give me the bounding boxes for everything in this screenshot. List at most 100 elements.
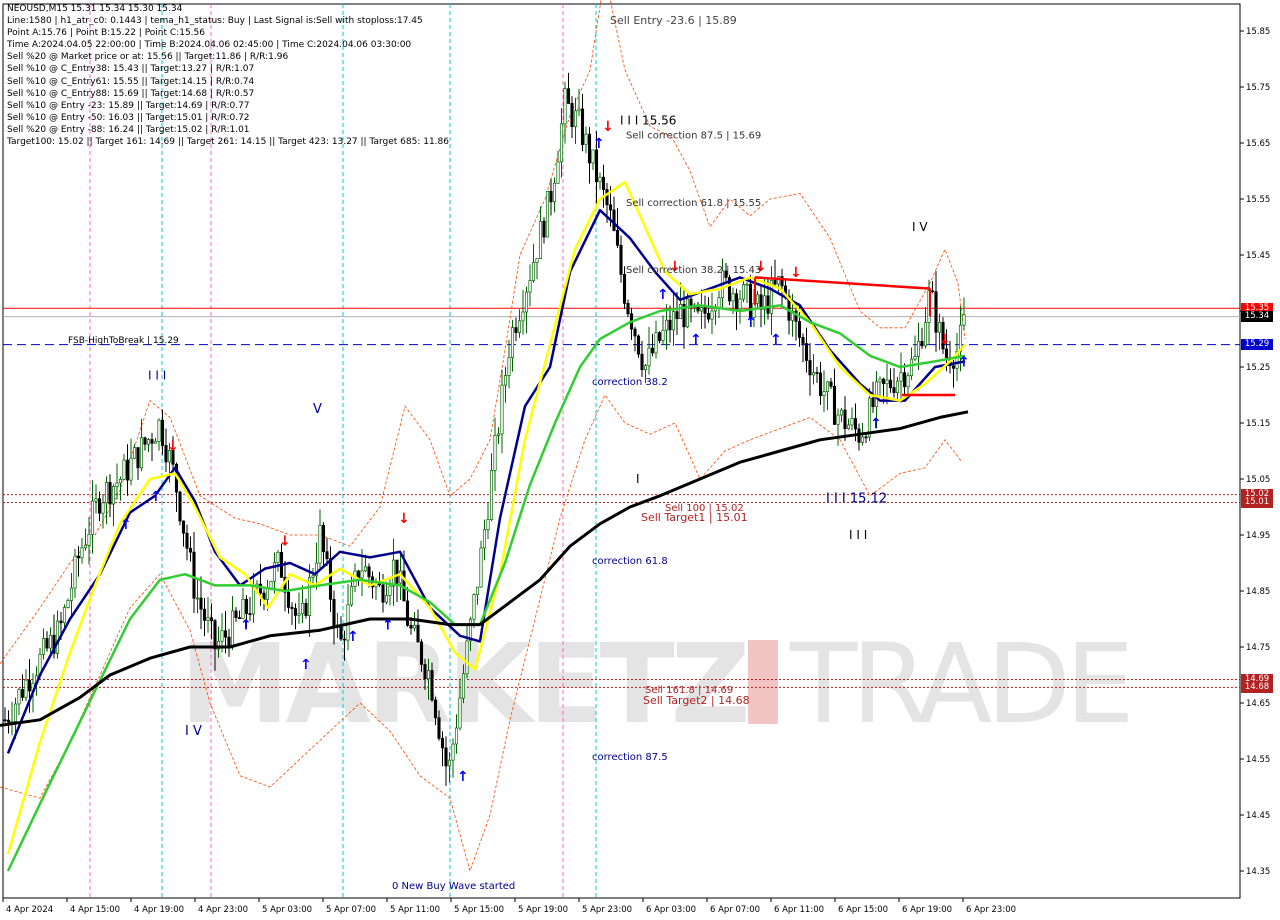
candle-body [517,320,522,333]
candle-body [195,597,200,600]
y-tick-label: 15.85 [1246,27,1270,37]
candle-body [234,610,238,618]
info-line: Point A:15.76 | Point B:15.22 | Point C:… [7,28,205,39]
candle-body [818,372,823,397]
candle-body [878,378,882,383]
candle-body [640,353,644,371]
buy-arrow-icon: ↑ [870,416,882,432]
candle-body [388,585,392,596]
annotation-14: Sell Target1 | 15.01 [641,511,748,524]
candle-body [108,482,112,505]
candle-body [479,547,483,588]
candle-body [367,566,371,578]
candle-body [475,586,480,596]
annotation-5: Sell correction 38.2 | 15.43 [626,265,761,276]
candle-body [664,319,669,331]
candle-body [542,220,546,238]
candle-body [801,337,805,344]
candle-body [286,591,291,608]
x-tick-label: 5 Apr 15:00 [454,905,504,915]
y-tick-label: 14.35 [1246,867,1270,877]
price-badge: 15.29 [1241,339,1273,351]
candle-body [444,747,448,767]
candle-body [150,439,154,444]
x-tick-label: 6 Apr 11:00 [774,905,824,915]
candle-body [265,588,270,600]
watermark-bar [748,640,778,724]
candle-body [706,313,711,320]
candle-body [248,613,252,615]
candle-body [531,262,536,281]
candle-body [738,298,742,310]
candle-body [157,419,161,442]
candle-body [755,294,760,304]
candle-body [454,727,459,745]
candle-body [311,575,315,578]
candle-body [66,600,70,608]
candle-body [437,717,441,739]
candle-body [839,409,844,416]
candle-body [734,293,739,310]
candle-body [297,613,301,616]
candle-body [829,381,833,387]
candle-body [153,441,158,444]
candle-body [552,182,557,203]
candle-body [496,433,501,436]
candle-body [199,597,203,610]
y-tick-label: 15.15 [1246,419,1270,429]
candle-body [328,558,333,600]
candle-body [538,220,543,259]
candle-body [440,738,445,749]
candle-body [363,566,368,572]
candle-body [111,486,116,505]
candle-body [209,617,214,622]
candle-body [944,348,949,359]
candle-body [843,409,847,430]
candle-body [300,602,305,615]
candle-body [545,190,550,238]
x-tick-label: 4 Apr 23:00 [198,905,248,915]
candle-body [465,640,469,675]
candle-body [416,624,420,643]
info-line: Sell %10 @ C_Entry88: 15.69 || Target:14… [7,88,255,99]
annotation-2: I I I 15.56 [620,114,676,128]
candle-body [577,108,581,112]
x-tick-label: 5 Apr 11:00 [390,905,440,915]
candle-body [731,293,735,302]
candle-body [748,283,753,318]
candle-body [391,559,396,587]
candle-body [290,607,294,609]
candle-body [447,759,452,767]
y-tick-label: 15.45 [1246,251,1270,261]
buy-arrow-icon: ↑ [593,136,605,152]
candle-body [80,547,84,559]
annotation-3: Sell correction 87.5 | 15.69 [626,131,761,142]
candle-body [433,699,438,719]
candle-body [489,470,494,520]
candle-body [836,414,840,425]
candle-body [87,533,91,546]
candle-body [293,608,298,616]
x-tick-label: 4 Apr 15:00 [70,905,120,915]
candle-body [160,419,165,446]
y-tick-label: 15.05 [1246,475,1270,485]
candle-body [832,385,837,425]
candle-body [73,555,77,589]
candle-body [559,123,564,163]
candle-body [409,625,413,629]
candle-body [874,381,879,408]
candle-body [825,381,830,392]
candle-body [808,360,812,376]
candle-body [804,343,809,361]
y-tick-label: 15.65 [1246,139,1270,149]
candle-body [220,630,224,642]
candle-body [76,555,81,559]
candle-body [675,311,679,320]
sell-arrow-icon: ↓ [279,534,291,550]
annotation-16: correction 61.8 [592,556,668,567]
annotation-4: Sell correction 61.8 | 15.55 [626,198,761,209]
annotation-10: correction 38.2 [592,377,668,388]
candle-body [426,670,431,680]
x-tick-label: 6 Apr 15:00 [838,905,888,915]
y-tick-label: 14.75 [1246,643,1270,653]
